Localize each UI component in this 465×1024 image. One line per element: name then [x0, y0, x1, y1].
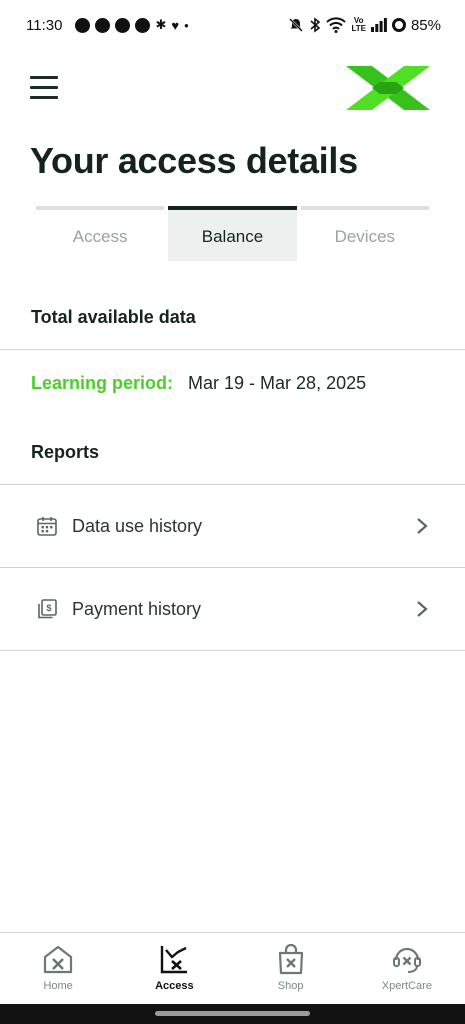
bottom-nav: Home Access Shop XpertCare	[0, 932, 465, 1005]
app-header	[0, 58, 465, 118]
dot-icon: •	[184, 17, 189, 33]
messenger-icon	[135, 17, 151, 33]
facebook-icon	[95, 17, 111, 33]
receipt-icon: $	[38, 599, 57, 619]
chevron-right-icon	[417, 601, 428, 617]
battery-percent: 85%	[410, 16, 441, 34]
calendar-icon	[37, 517, 57, 536]
learning-period-value: Mar 19 - Mar 28, 2025	[188, 373, 367, 393]
nav-shop[interactable]: Shop	[233, 933, 349, 1005]
payment-history-label: Payment history	[72, 598, 202, 619]
mute-icon	[289, 18, 304, 32]
nav-shop-label: Shop	[277, 980, 304, 992]
nav-home[interactable]: Home	[0, 933, 116, 1005]
facebook-icon	[75, 17, 91, 33]
nav-xpertcare[interactable]: XpertCare	[349, 933, 465, 1005]
data-use-history-row[interactable]: Data use history	[0, 485, 465, 567]
tab-balance[interactable]: Balance	[168, 206, 297, 261]
volte-icon: Vo LTE	[351, 16, 366, 33]
status-time: 11:30	[26, 16, 63, 34]
hamburger-menu-icon[interactable]	[30, 76, 60, 100]
status-left: 11:30 ✱ ♥ •	[26, 17, 189, 34]
nav-access-label: Access	[155, 980, 194, 992]
chevron-right-icon	[417, 518, 428, 534]
x-logo[interactable]	[342, 62, 434, 114]
total-available-data-heading: Total available data	[31, 307, 196, 327]
battery-icon	[391, 18, 406, 32]
system-navigation-bar	[0, 1004, 465, 1024]
divider	[0, 349, 465, 350]
home-gesture-bar[interactable]	[155, 1011, 310, 1016]
wifi-icon	[326, 17, 347, 33]
facebook-icon	[115, 17, 131, 33]
svg-text:$: $	[46, 603, 51, 613]
shop-bag-icon	[278, 943, 303, 975]
reports-heading: Reports	[31, 442, 100, 462]
page-title: Your access details	[30, 140, 358, 181]
nav-xpertcare-label: XpertCare	[381, 980, 432, 992]
bluetooth-icon	[310, 17, 321, 33]
signal-icon	[370, 18, 387, 32]
heart-icon: ♥	[171, 17, 180, 33]
nav-access[interactable]: Access	[116, 933, 232, 1005]
tab-access-label: Access	[72, 227, 128, 246]
learning-period-label: Learning period:	[31, 373, 174, 393]
slack-icon: ✱	[155, 17, 167, 32]
status-right: Vo LTE 85%	[288, 17, 441, 34]
tab-balance-label: Balance	[201, 227, 264, 246]
payment-history-row[interactable]: $ Payment history	[0, 568, 465, 650]
access-chart-icon	[161, 946, 188, 974]
tab-access[interactable]: Access	[36, 206, 165, 261]
tab-bar: Access Balance Devices	[36, 206, 430, 261]
tab-devices[interactable]: Devices	[300, 206, 430, 261]
tab-devices-label: Devices	[334, 227, 396, 246]
status-bar: 11:30 ✱ ♥ • Vo LTE 85%	[0, 0, 465, 50]
nav-home-label: Home	[43, 980, 73, 992]
learning-period: Learning period: Mar 19 - Mar 28, 2025	[31, 373, 366, 394]
data-use-history-label: Data use history	[72, 515, 203, 536]
divider	[0, 650, 465, 651]
headset-icon	[392, 947, 421, 973]
home-icon	[44, 945, 73, 974]
